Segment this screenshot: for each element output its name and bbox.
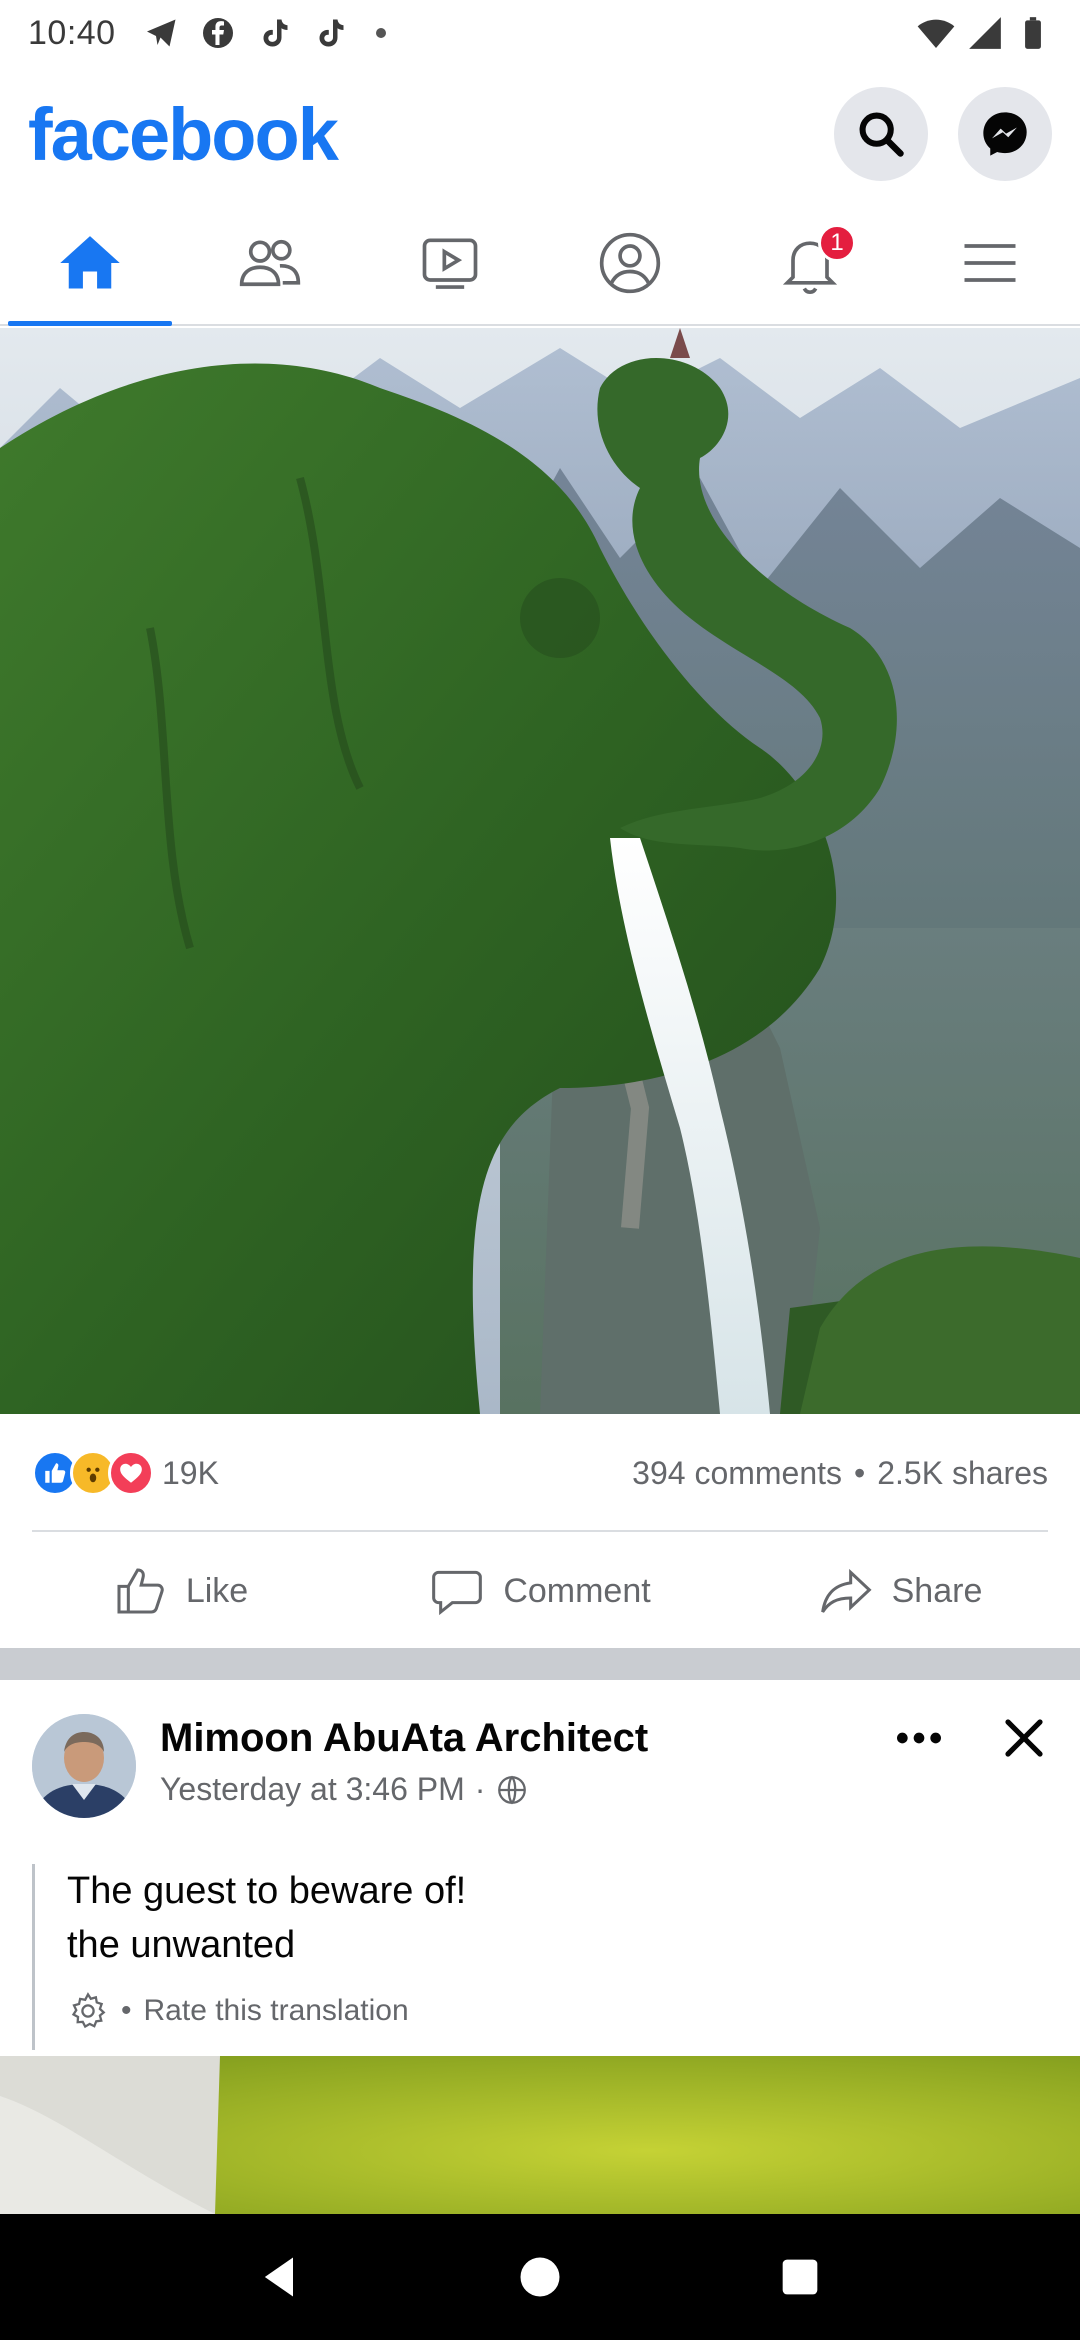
post-stats: 394 comments • 2.5K shares [632, 1455, 1048, 1492]
tab-friends[interactable] [180, 202, 360, 324]
back-icon[interactable] [254, 2251, 306, 2303]
dot-icon [375, 28, 386, 38]
facebook-icon [202, 18, 233, 48]
profile-icon [599, 232, 661, 294]
tab-profile[interactable] [540, 202, 720, 324]
post-text-line: The guest to beware of! [67, 1870, 467, 1912]
search-icon [859, 112, 904, 157]
post-text: The guest to beware of! the unwanted • R… [32, 1864, 1048, 2050]
globe-icon [498, 1775, 527, 1804]
telegram-icon [146, 19, 176, 47]
author-block: Mimoon AbuAta Architect Yesterday at 3:4… [160, 1714, 648, 1808]
tiktok-icon [263, 19, 288, 47]
share-button[interactable]: Share [720, 1534, 1080, 1648]
search-button[interactable] [834, 87, 928, 181]
thumbs-up-icon [117, 1568, 164, 1614]
messenger-button[interactable] [958, 87, 1052, 181]
recents-icon[interactable] [774, 2251, 826, 2303]
like-button[interactable]: Like [0, 1534, 360, 1648]
tab-notifications[interactable]: 1 [720, 202, 900, 324]
tab-home[interactable] [0, 202, 180, 326]
status-time: 10:40 [28, 13, 116, 52]
post-photo-image [0, 328, 1080, 1414]
facebook-logo[interactable]: facebook [28, 92, 339, 177]
feed-separator [0, 1648, 1080, 1680]
reaction-icons[interactable] [32, 1450, 154, 1496]
system-icons [916, 13, 1052, 53]
translation-row: • Rate this translation [67, 1990, 1048, 2032]
tab-menu[interactable] [900, 202, 1080, 324]
header-actions [834, 87, 1052, 181]
post-photo-image [0, 2056, 1080, 2214]
comments-count[interactable]: 394 comments [632, 1455, 842, 1492]
video-icon [422, 238, 478, 289]
tab-watch[interactable] [360, 202, 540, 324]
friends-icon [239, 239, 301, 287]
signal-icon [969, 17, 1001, 49]
more-options-icon[interactable] [894, 1723, 944, 1753]
messenger-icon [983, 112, 1027, 156]
status-bar: 10:40 [0, 0, 1080, 66]
share-icon [820, 1568, 872, 1613]
post-text-line: the unwanted [67, 1924, 296, 1966]
rate-translation-link[interactable]: Rate this translation [144, 1994, 409, 2028]
post-reactions-summary: 19K 394 comments • 2.5K shares [0, 1414, 1080, 1532]
divider [32, 1530, 1048, 1532]
post-photo[interactable] [0, 2056, 1080, 2214]
post-action-bar: Like Comment Share [0, 1534, 1080, 1648]
author-name[interactable]: Mimoon AbuAta Architect [160, 1716, 648, 1761]
home-nav-icon[interactable] [514, 2251, 566, 2303]
system-nav-bar [0, 2214, 1080, 2340]
tiktok-icon [319, 19, 344, 47]
reaction-count[interactable]: 19K [162, 1455, 219, 1492]
notification-badge: 1 [818, 224, 856, 262]
comment-icon [432, 1570, 483, 1616]
main-tabs: 1 [0, 202, 1080, 326]
post-timestamp[interactable]: Yesterday at 3:46 PM [160, 1771, 465, 1808]
meta-separator: · [474, 1771, 486, 1807]
menu-icon [964, 244, 1016, 282]
home-icon [60, 236, 120, 289]
gear-icon[interactable] [67, 1990, 109, 2032]
notification-icons [144, 15, 386, 51]
post-header: Mimoon AbuAta Architect Yesterday at 3:4… [0, 1680, 1080, 1830]
share-label: Share [891, 1571, 983, 1610]
like-label: Like [185, 1571, 249, 1610]
shares-count[interactable]: 2.5K shares [877, 1455, 1048, 1492]
battery-icon [1025, 17, 1041, 49]
avatar[interactable] [32, 1714, 136, 1818]
comment-label: Comment [503, 1571, 651, 1610]
post-controls [894, 1714, 1048, 1762]
translation-bullet: • [121, 1994, 132, 2027]
post-photo-elephant-mountain[interactable] [0, 328, 1080, 1414]
app-header: facebook [0, 66, 1080, 202]
post-meta: Yesterday at 3:46 PM · [160, 1771, 648, 1808]
love-reaction-icon [108, 1450, 154, 1496]
stats-separator: • [854, 1454, 866, 1491]
comment-button[interactable]: Comment [360, 1534, 720, 1648]
close-icon[interactable] [1000, 1714, 1048, 1762]
wifi-icon [917, 19, 955, 48]
author-photo [32, 1714, 136, 1818]
